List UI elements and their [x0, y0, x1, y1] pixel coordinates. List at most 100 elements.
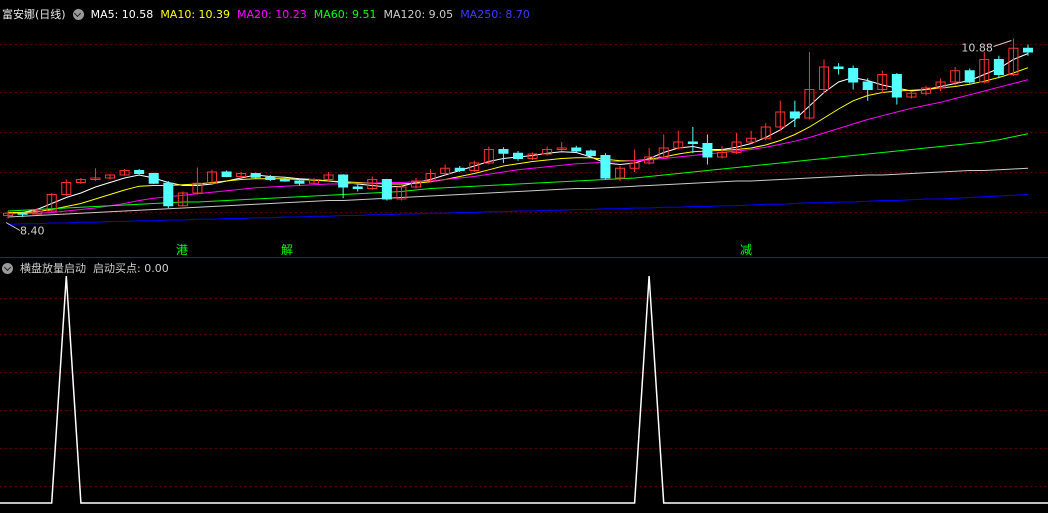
- chart-canvas: 10.88 8.40: [0, 38, 1048, 504]
- candle: [542, 146, 553, 156]
- candle: [877, 70, 888, 94]
- candle-body: [279, 179, 290, 182]
- candle-body: [702, 143, 713, 158]
- candle: [746, 130, 757, 144]
- candle: [687, 127, 698, 154]
- candle-body: [891, 74, 902, 98]
- candle-body: [265, 176, 276, 180]
- marker-gang: 港: [176, 243, 189, 257]
- candle-body: [134, 170, 145, 174]
- candle: [702, 134, 713, 165]
- candle-body: [512, 152, 524, 159]
- candle: [600, 153, 611, 180]
- high-price-arrow: [993, 40, 1012, 47]
- candle: [556, 142, 567, 151]
- candle: [469, 160, 480, 172]
- ma-line-ma5: [7, 53, 1029, 214]
- candle: [323, 172, 334, 181]
- candle: [381, 178, 392, 201]
- candle: [848, 65, 859, 90]
- chevron-down-icon[interactable]: [2, 262, 13, 274]
- candle: [716, 145, 728, 159]
- indicator-value: 启动买点: 0.00: [93, 262, 169, 275]
- candle: [163, 181, 174, 208]
- stock-symbol: 富安娜(日线): [2, 8, 66, 21]
- candle: [585, 149, 596, 157]
- candle: [221, 170, 232, 178]
- candle-body: [352, 186, 363, 189]
- price-labels: 10.88 8.40: [5, 40, 1012, 238]
- candle: [483, 146, 494, 165]
- candle: [1022, 44, 1034, 56]
- candle: [862, 78, 873, 101]
- candle: [920, 85, 932, 96]
- moving-average-lines: [7, 53, 1029, 225]
- candle: [250, 172, 261, 179]
- candle: [177, 191, 188, 207]
- candle-body: [498, 149, 509, 154]
- main-chart-header: 富安娜(日线) MA5: 10.58 MA10: 10.39 MA20: 10.…: [2, 6, 530, 22]
- ma5-label: MA5: 10.58: [90, 7, 154, 21]
- candle-body: [600, 155, 611, 179]
- candle-body: [789, 111, 800, 119]
- candle-body: [381, 179, 392, 200]
- chevron-down-icon[interactable]: [72, 8, 84, 20]
- indicator-series: [0, 275, 1048, 504]
- candle-body: [294, 180, 305, 184]
- candle: [964, 68, 975, 84]
- candle: [104, 174, 116, 180]
- ma60-label: MA60: 9.51: [313, 7, 377, 21]
- candle: [440, 164, 451, 175]
- candle-body: [862, 81, 873, 90]
- candle-body: [148, 173, 159, 184]
- signal-line: [0, 275, 1048, 504]
- marker-jie: 解: [281, 243, 294, 257]
- marker-jian: 减: [740, 243, 753, 257]
- candle-body: [833, 66, 844, 69]
- ma-line-ma10: [8, 67, 1029, 213]
- indicator-name: 横盘放量启动: [20, 262, 86, 275]
- candle: [760, 123, 771, 141]
- ma-line-ma20: [7, 79, 1029, 215]
- candle: [818, 59, 830, 94]
- candle: [148, 172, 159, 184]
- candle-body: [993, 59, 1004, 75]
- candle: [906, 91, 917, 99]
- candle-body: [848, 68, 859, 83]
- candle: [993, 55, 1004, 79]
- candle: [673, 130, 684, 150]
- candle: [61, 179, 72, 196]
- ma250-label: MA250: 8.70: [460, 7, 530, 21]
- candle: [571, 145, 582, 153]
- candle: [979, 52, 990, 84]
- high-price-label: 10.88: [961, 42, 993, 55]
- candle: [789, 100, 800, 127]
- indicator-header: 横盘放量启动 启动买点: 0.00: [2, 260, 169, 276]
- candle: [891, 73, 902, 105]
- candle: [935, 78, 946, 91]
- ma20-label: MA20: 10.23: [237, 7, 307, 21]
- candle-body: [221, 171, 232, 177]
- candle-body: [338, 174, 349, 188]
- candle-body: [17, 212, 28, 215]
- candle: [192, 167, 203, 195]
- candle: [75, 178, 86, 184]
- candle: [512, 151, 524, 161]
- ma10-label: MA10: 10.39: [160, 7, 231, 21]
- candle: [294, 179, 305, 186]
- candle: [352, 184, 363, 192]
- candle-body: [163, 182, 174, 207]
- candle: [833, 63, 844, 75]
- candle-body: [250, 173, 261, 178]
- candle: [775, 100, 786, 131]
- ma-line-ma120: [7, 167, 1029, 218]
- ma120-label: MA120: 9.05: [383, 7, 454, 21]
- low-price-label: 8.40: [20, 225, 45, 238]
- candle: [90, 168, 101, 181]
- candle: [644, 148, 655, 165]
- candle-body: [454, 167, 465, 171]
- candle-body: [585, 150, 596, 156]
- candle-body: [571, 147, 582, 152]
- candle-body: [964, 70, 975, 83]
- candle: [134, 169, 145, 175]
